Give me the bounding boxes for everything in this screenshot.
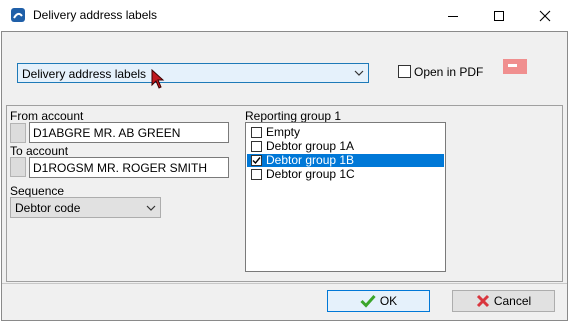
mouse-cursor-icon	[151, 69, 165, 89]
ok-button-label: OK	[379, 294, 398, 308]
list-item[interactable]: Empty	[247, 125, 444, 139]
sequence-label: Sequence	[10, 184, 65, 198]
divider	[1, 283, 568, 284]
report-type-value: Delivery address labels	[22, 67, 147, 81]
from-account-field[interactable]: D1ABGRE MR. AB GREEN	[29, 122, 229, 143]
sequence-value: Debtor code	[15, 201, 81, 215]
cancel-button[interactable]: Cancel	[452, 290, 555, 312]
to-account-lookup-button[interactable]	[10, 157, 26, 177]
list-item-label: Debtor group 1B	[266, 153, 355, 167]
list-item-label: Debtor group 1C	[266, 167, 355, 181]
chevron-down-icon	[354, 70, 364, 76]
close-icon	[539, 10, 551, 21]
to-account-value: D1ROGSM MR. ROGER SMITH	[33, 161, 208, 175]
title-bar: Delivery address labels	[0, 0, 569, 31]
cancel-x-icon	[476, 294, 489, 308]
check-icon	[252, 157, 261, 165]
checkbox-checked[interactable]	[251, 155, 262, 166]
from-account-value: D1ABGRE MR. AB GREEN	[33, 126, 181, 140]
ok-button[interactable]: OK	[327, 290, 430, 312]
list-item[interactable]: Debtor group 1A	[247, 139, 444, 153]
close-button[interactable]	[522, 0, 568, 31]
reporting-group-list: Empty Debtor group 1A Debtor group 1B De…	[245, 122, 446, 272]
window-title: Delivery address labels	[33, 8, 158, 22]
open-in-pdf-checkbox[interactable]	[398, 65, 411, 78]
list-item-selected[interactable]: Debtor group 1B	[247, 153, 444, 167]
checkbox[interactable]	[251, 127, 262, 138]
dialog-body: Delivery address labels Open in PDF From…	[1, 31, 568, 321]
from-account-label: From account	[10, 109, 84, 123]
sequence-dropdown[interactable]: Debtor code	[10, 197, 161, 218]
maximize-icon	[494, 10, 504, 21]
app-icon	[11, 8, 25, 22]
checkbox[interactable]	[251, 141, 262, 152]
report-type-dropdown[interactable]: Delivery address labels	[17, 63, 369, 83]
to-account-field[interactable]: D1ROGSM MR. ROGER SMITH	[29, 157, 229, 178]
open-in-pdf-label[interactable]: Open in PDF	[414, 65, 483, 79]
list-item[interactable]: Debtor group 1C	[247, 167, 444, 181]
reporting-group-label: Reporting group 1	[245, 109, 342, 123]
list-item-label: Debtor group 1A	[266, 139, 355, 153]
chevron-down-icon	[146, 205, 156, 211]
list-item-label: Empty	[266, 125, 301, 139]
checkbox[interactable]	[251, 169, 262, 180]
minimize-button[interactable]	[430, 0, 476, 31]
pdf-icon	[503, 59, 527, 74]
to-account-label: To account	[10, 144, 69, 158]
check-icon	[360, 294, 376, 308]
cancel-button-label: Cancel	[493, 294, 532, 308]
maximize-button[interactable]	[476, 0, 522, 31]
from-account-lookup-button[interactable]	[10, 123, 26, 143]
minimize-icon	[448, 15, 458, 17]
